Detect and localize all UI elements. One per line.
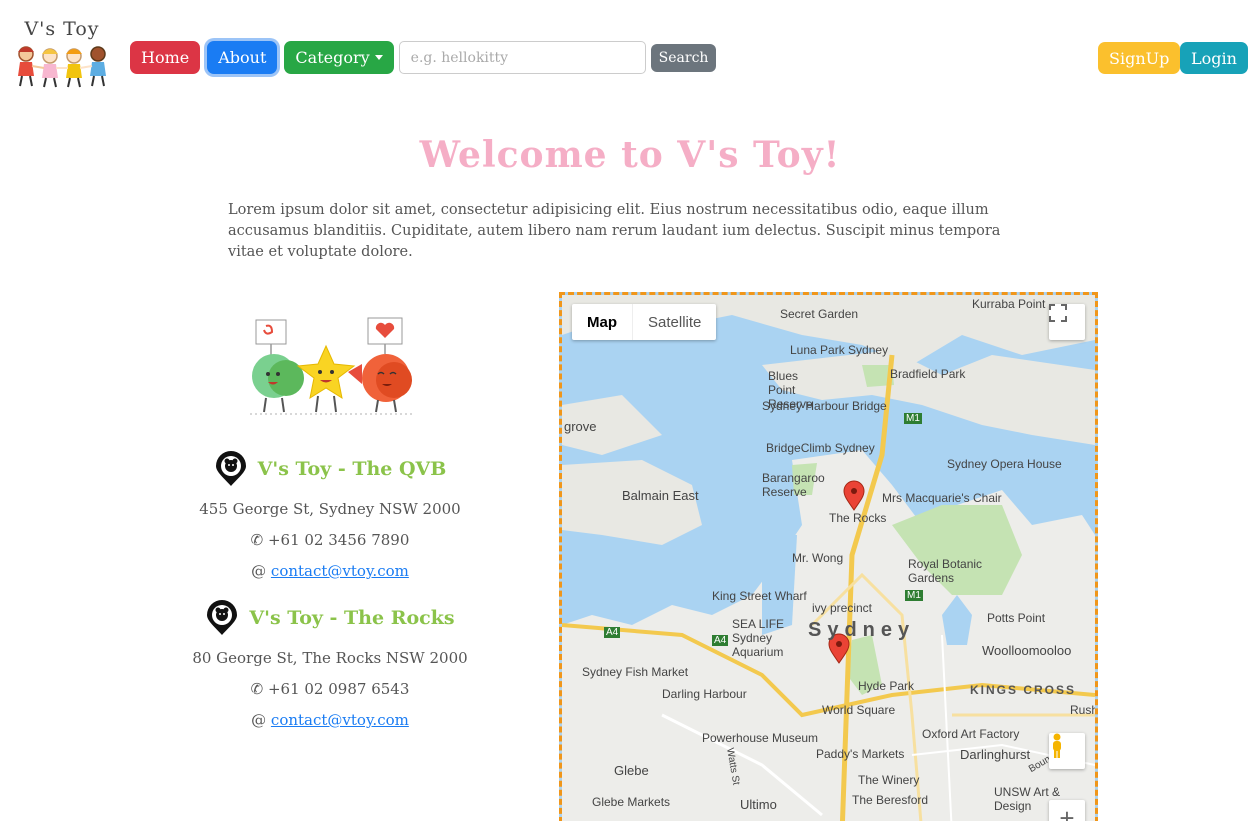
map-label: Potts Point [987, 611, 1046, 625]
map-label: ivy precinct [812, 601, 873, 615]
caret-down-icon [374, 55, 383, 60]
about-button[interactable]: About [207, 41, 278, 74]
map-label: King Street Wharf [712, 589, 807, 603]
map-label: Balmain East [622, 488, 699, 503]
map-label: Rush [1070, 703, 1098, 717]
map-label: Glebe Markets [592, 795, 671, 809]
home-button[interactable]: Home [130, 41, 201, 74]
map-pin-icon [207, 600, 238, 635]
login-button[interactable]: Login [1180, 42, 1248, 74]
route-shield: A4 [604, 627, 621, 638]
store-email: @ contact@vtoy.com [130, 562, 530, 580]
signup-button[interactable]: SignUp [1098, 42, 1181, 74]
page-title: Welcome to V's Toy! [419, 134, 841, 176]
email-link[interactable]: contact@vtoy.com [271, 562, 409, 580]
map-label: Oxford Art Factory [922, 727, 1020, 741]
pegman-icon [1053, 733, 1061, 758]
map-label: Sydney Harbour Bridge [762, 399, 887, 413]
map-label: The Winery [858, 773, 920, 787]
at-icon: @ [251, 562, 267, 580]
map-label: Royal Botanic Gardens [908, 557, 983, 585]
phone-number: +61 02 0987 6543 [267, 680, 410, 698]
store-phone: ✆ +61 02 3456 7890 [130, 531, 530, 549]
store-address: 455 George St, Sydney NSW 2000 [199, 500, 461, 518]
map-label: Woolloomooloo [982, 643, 1072, 658]
intro-paragraph: Lorem ipsum dolor sit amet, consectetur … [228, 202, 1001, 260]
map-label: Bradfield Park [890, 367, 966, 381]
map-label: Sydney [808, 619, 916, 641]
search-button[interactable]: Search [650, 43, 717, 72]
map-type-control: Map Satellite [572, 304, 717, 340]
map-pin-icon [215, 451, 246, 486]
map-label: Hyde Park [858, 679, 915, 693]
map-label: Paddy's Markets [816, 747, 905, 761]
google-map[interactable]: Kurraba Point Secret Garden Luna Park Sy… [559, 292, 1098, 821]
map-type-map-button[interactable]: Map [572, 304, 632, 340]
map-label: Darlinghurst [960, 747, 1031, 762]
map-label: SEA LIFE Sydney Aquarium [732, 617, 785, 659]
fullscreen-button[interactable] [1049, 304, 1085, 340]
map-label: KINGS CROSS [970, 683, 1077, 697]
main-nav: Home About Category e.g. hellokitty Sear… [130, 41, 717, 74]
map-label: Powerhouse Museum [702, 731, 819, 745]
map-type-satellite-button[interactable]: Satellite [632, 304, 716, 340]
store-name: V's Toy - The QVB [257, 458, 447, 480]
kids-illustration [8, 42, 116, 92]
map-label: Sydney Fish Market [582, 665, 689, 679]
phone-icon: ✆ [250, 680, 264, 698]
map-label: Ultimo [740, 797, 777, 812]
at-icon: @ [251, 711, 267, 729]
map-label: Luna Park Sydney [790, 343, 889, 357]
category-dropdown[interactable]: Category [284, 41, 394, 74]
search-input[interactable]: e.g. hellokitty [398, 41, 646, 74]
brand-title: V's Toy [24, 18, 100, 40]
phone-icon: ✆ [250, 531, 264, 549]
store-card: V's Toy - The QVB 455 George St, Sydney … [130, 451, 530, 580]
street-view-pegman[interactable] [1049, 733, 1085, 769]
map-label: Secret Garden [780, 307, 859, 321]
store-name: V's Toy - The Rocks [249, 607, 455, 629]
map-label: Kurraba Point [972, 297, 1046, 311]
map-label: Mrs Macquarie's Chair [882, 491, 1002, 505]
map-label: Mr. Wong [792, 551, 844, 565]
route-shield: A4 [712, 635, 729, 646]
toys-illustration [246, 316, 416, 422]
email-link[interactable]: contact@vtoy.com [271, 711, 409, 729]
store-email: @ contact@vtoy.com [130, 711, 530, 729]
fullscreen-icon [1049, 304, 1067, 322]
route-shield: M1 [905, 590, 923, 601]
phone-number: +61 02 3456 7890 [267, 531, 410, 549]
map-label: The Rocks [829, 511, 887, 525]
brand-logo[interactable]: V's Toy [8, 18, 116, 92]
store-heading: V's Toy - The QVB [130, 451, 530, 487]
store-card: V's Toy - The Rocks 80 George St, The Ro… [130, 600, 530, 729]
map-label: Glebe [614, 763, 649, 778]
store-heading: V's Toy - The Rocks [130, 600, 530, 636]
map-label: grove [564, 419, 597, 434]
zoom-in-button[interactable]: + [1049, 800, 1085, 821]
map-label: Sydney Opera House [947, 457, 1062, 471]
map-label: Barangaroo Reserve [762, 471, 825, 499]
map-label: The Beresford [852, 793, 929, 807]
map-label: Darling Harbour [662, 687, 747, 701]
map-label: World Square [822, 703, 896, 717]
store-phone: ✆ +61 02 0987 6543 [130, 680, 530, 698]
map-label: BridgeClimb Sydney [766, 441, 875, 455]
category-label: Category [295, 48, 370, 67]
store-address: 80 George St, The Rocks NSW 2000 [192, 649, 468, 667]
route-shield: M1 [904, 413, 922, 424]
